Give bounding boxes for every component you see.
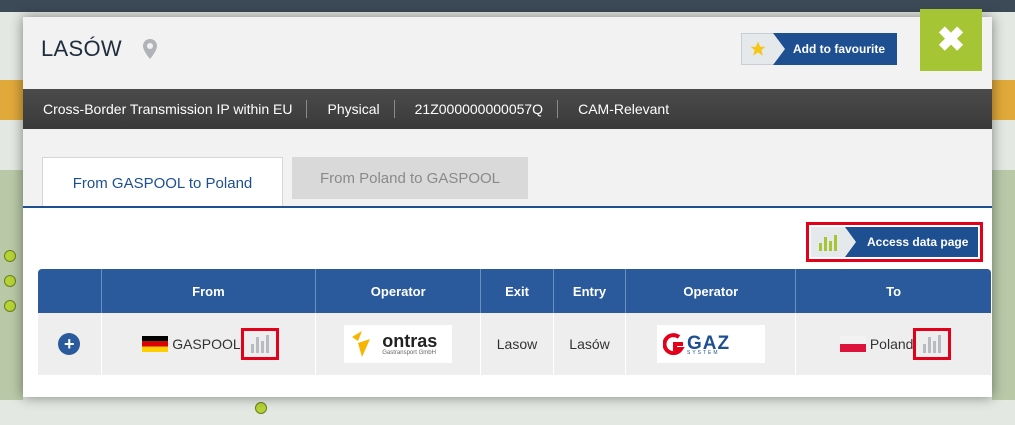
bar-chart-icon: [811, 227, 845, 257]
star-icon: [741, 33, 774, 65]
header-expand: [38, 269, 102, 313]
eic-code: 21Z000000000057Q: [414, 101, 544, 117]
tab-gaspool-to-poland[interactable]: From GASPOOL to Poland: [42, 157, 283, 208]
direction-tabs: From GASPOOL to Poland From Poland to GA…: [23, 157, 992, 208]
interconnection-point-modal: LASÓW Add to favourite ✖ Cross-Border Tr…: [23, 9, 992, 397]
modal-title: LASÓW: [41, 36, 122, 61]
button-arrow: [773, 33, 785, 65]
gaz-flame-icon: [662, 333, 685, 355]
cam-status: CAM-Relevant: [578, 101, 670, 117]
header-operator-to: Operator: [626, 269, 797, 313]
to-data-chart-button[interactable]: [913, 328, 952, 360]
germany-flag-icon: [142, 336, 169, 352]
add-to-favourite-label: Add to favourite: [773, 33, 897, 65]
table-header: From Operator Exit Entry Operator To: [38, 269, 991, 313]
header-from: From: [102, 269, 317, 313]
point-type: Cross-Border Transmission IP within EU: [43, 101, 293, 117]
access-data-page-button[interactable]: Access data page: [805, 222, 984, 262]
exit-cell: Lasow: [481, 313, 554, 375]
to-cell: Poland: [796, 313, 991, 375]
flow-type: Physical: [327, 101, 380, 117]
ontras-mark-icon: [352, 331, 371, 357]
header-operator-from: Operator: [316, 269, 482, 313]
ontras-logo: ontras Gastransport GmbH: [344, 325, 453, 363]
header-entry: Entry: [554, 269, 627, 313]
svg-text:SYSTEM: SYSTEM: [687, 350, 720, 355]
ontras-logo-subtext: Gastransport GmbH: [382, 350, 436, 356]
entry-cell: Lasów: [554, 313, 627, 375]
map-area-right: [992, 170, 1015, 400]
modal-header: LASÓW Add to favourite ✖: [23, 9, 992, 82]
expand-cell: +: [38, 313, 102, 375]
gaz-wordmark: GAZ SYSTEM: [687, 333, 729, 355]
header-exit: Exit: [481, 269, 554, 313]
from-zone-name: GASPOOL: [172, 336, 241, 352]
map-marker: [4, 300, 16, 312]
map-marker: [255, 402, 267, 414]
table-row: + GASPOOL ontras Gastransport GmbH Lasow…: [38, 313, 991, 375]
gaz-system-logo: GAZ SYSTEM: [656, 325, 765, 363]
close-button[interactable]: ✖: [920, 9, 982, 71]
map-marker: [4, 250, 16, 262]
to-operator-cell: GAZ SYSTEM: [626, 313, 797, 375]
header-to: To: [886, 283, 902, 299]
access-data-page-label: Access data page: [845, 227, 979, 257]
location-pin-icon: [143, 39, 157, 59]
expand-row-button[interactable]: +: [58, 333, 81, 355]
button-arrow: [845, 227, 856, 257]
map-marker: [4, 275, 16, 287]
info-bar: Cross-Border Transmission IP within EU P…: [23, 89, 992, 129]
ontras-logo-text: ontras: [382, 331, 438, 351]
from-cell: GASPOOL: [102, 313, 317, 375]
bar-chart-icon: [923, 335, 942, 353]
tab-poland-to-gaspool[interactable]: From Poland to GASPOOL: [292, 157, 528, 199]
add-to-favourite-button[interactable]: Add to favourite: [741, 33, 897, 65]
to-zone-name: Poland: [869, 336, 914, 352]
from-data-chart-button[interactable]: [240, 328, 279, 360]
bar-chart-icon: [250, 335, 269, 353]
from-operator-cell: ontras Gastransport GmbH: [316, 313, 482, 375]
flow-table: From Operator Exit Entry Operator To + G…: [38, 269, 991, 375]
poland-flag-icon: [839, 336, 866, 352]
